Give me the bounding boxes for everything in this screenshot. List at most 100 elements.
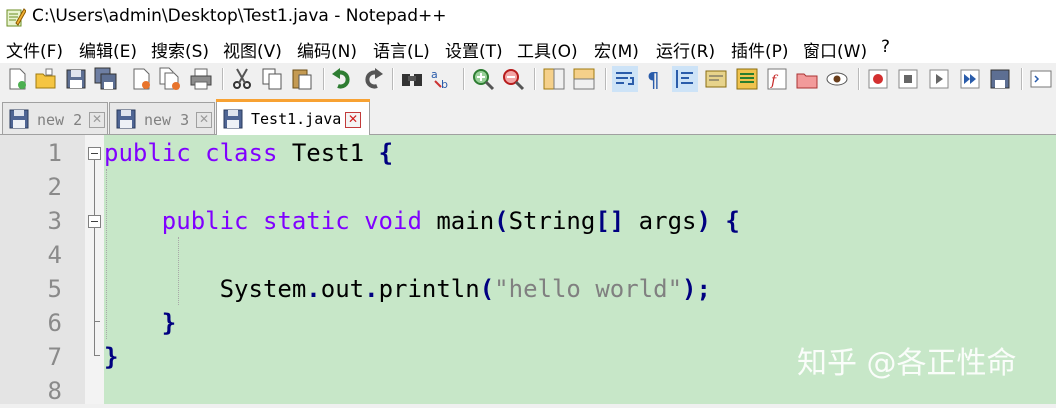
svg-text:b: b xyxy=(441,78,448,91)
paste-icon[interactable] xyxy=(289,66,315,92)
tab-new-2[interactable]: new 2 ✕ xyxy=(2,102,108,134)
code-line-1: public class Test1 { xyxy=(104,136,393,170)
open-file-icon[interactable] xyxy=(33,66,59,92)
close-icon[interactable] xyxy=(128,66,154,92)
save-all-icon[interactable] xyxy=(93,66,119,92)
tab-close-icon[interactable]: ✕ xyxy=(89,112,105,128)
menu-tools[interactable]: 工具(O) xyxy=(517,37,578,62)
stop-macro-icon[interactable] xyxy=(895,66,921,92)
keyword: static xyxy=(262,207,350,235)
keyword: public xyxy=(161,207,249,235)
line-number: 6 xyxy=(47,309,62,337)
menu-search[interactable]: 搜索(S) xyxy=(151,37,209,62)
menu-bar: 文件(F) 编辑(E) 搜索(S) 视图(V) 编码(N) 语言(L) 设置(T… xyxy=(0,35,1056,63)
line-number: 8 xyxy=(47,377,62,405)
keyword: class xyxy=(205,139,278,167)
tab-label: new 2 xyxy=(37,111,83,129)
tab-new-3[interactable]: new 3 ✕ xyxy=(109,102,215,134)
menu-encoding[interactable]: 编码(N) xyxy=(297,37,357,62)
close-all-icon[interactable] xyxy=(157,66,183,92)
cut-icon[interactable] xyxy=(229,66,255,92)
saved-file-icon xyxy=(116,109,136,129)
menu-run[interactable]: 运行(R) xyxy=(656,37,715,62)
keyword: void xyxy=(364,207,422,235)
menu-plugins[interactable]: 插件(P) xyxy=(731,37,789,62)
show-all-chars-icon[interactable]: ¶ xyxy=(642,66,668,92)
brace: } xyxy=(161,309,177,337)
identifier: args xyxy=(638,207,697,235)
menu-file[interactable]: 文件(F) xyxy=(6,37,63,62)
undo-icon[interactable] xyxy=(330,66,356,92)
line-number-gutter: 1 2 3 4 5 6 7 8 xyxy=(0,135,85,405)
save-icon[interactable] xyxy=(63,66,89,92)
tab-close-icon[interactable]: ✕ xyxy=(345,112,361,128)
identifier: System xyxy=(219,275,307,303)
tab-bar: new 2 ✕ new 3 ✕ Test1.java ✕ xyxy=(0,97,1056,135)
redo-icon[interactable] xyxy=(359,66,385,92)
identifier: main xyxy=(436,207,495,235)
folder-workspace-icon[interactable] xyxy=(794,66,820,92)
replace-icon[interactable]: ab xyxy=(429,66,455,92)
sync-vertical-icon[interactable] xyxy=(541,66,567,92)
doc-map-icon[interactable] xyxy=(734,66,760,92)
watermark: 知乎 @各正性命 xyxy=(797,346,1017,381)
notepadpp-icon xyxy=(6,8,26,27)
fold-collapse-icon[interactable] xyxy=(88,215,101,228)
fold-end-marker xyxy=(94,321,100,322)
code-line-7: } xyxy=(104,340,118,374)
paren: ) xyxy=(682,275,697,303)
code-line-3: public static void main(String[] args) { xyxy=(104,204,740,238)
menu-edit[interactable]: 编辑(E) xyxy=(79,37,137,62)
string-literal: "hello world" xyxy=(494,275,683,303)
zoom-out-icon[interactable] xyxy=(500,66,526,92)
fold-collapse-icon[interactable] xyxy=(88,147,101,160)
identifier: println xyxy=(378,275,480,303)
title-bar: C:\Users\admin\Desktop\Test1.java - Note… xyxy=(0,0,1056,35)
paren: ( xyxy=(479,275,495,303)
function-list-icon[interactable]: f xyxy=(764,66,790,92)
extra-icon[interactable] xyxy=(1028,66,1054,92)
saved-file-icon xyxy=(223,109,243,129)
monitoring-icon[interactable] xyxy=(824,66,850,92)
print-icon[interactable] xyxy=(188,66,214,92)
tab-test1-java[interactable]: Test1.java ✕ xyxy=(216,99,370,135)
zoom-in-icon[interactable] xyxy=(470,66,496,92)
indent-guide-icon[interactable] xyxy=(672,66,698,92)
menu-view[interactable]: 视图(V) xyxy=(223,37,282,62)
bracket: [] xyxy=(595,207,625,235)
window-title: C:\Users\admin\Desktop\Test1.java - Note… xyxy=(32,6,447,26)
identifier: Test1 xyxy=(291,139,365,167)
paren: ( xyxy=(494,207,509,235)
semicolon: ; xyxy=(696,275,711,303)
paren: ) xyxy=(696,207,711,235)
sync-horizontal-icon[interactable] xyxy=(571,66,597,92)
toolbar: ab ¶ f xyxy=(0,63,1056,97)
line-number: 1 xyxy=(47,139,62,167)
udl-icon[interactable] xyxy=(703,66,729,92)
copy-icon[interactable] xyxy=(259,66,285,92)
brace: { xyxy=(725,207,740,235)
menu-help[interactable]: ? xyxy=(881,37,890,57)
save-macro-icon[interactable] xyxy=(987,66,1013,92)
code-line-6: } xyxy=(104,306,176,340)
record-macro-icon[interactable] xyxy=(865,66,891,92)
word-wrap-icon[interactable] xyxy=(612,66,638,92)
saved-file-icon xyxy=(9,109,29,129)
new-file-icon[interactable] xyxy=(4,66,30,92)
play-macro-icon[interactable] xyxy=(926,66,952,92)
line-number: 2 xyxy=(47,173,62,201)
menu-language[interactable]: 语言(L) xyxy=(373,37,430,62)
tab-close-icon[interactable]: ✕ xyxy=(196,112,212,128)
identifier: String xyxy=(508,207,596,235)
svg-text:a: a xyxy=(431,68,438,81)
fold-line xyxy=(94,159,95,355)
menu-window[interactable]: 窗口(W) xyxy=(803,37,867,62)
tab-label: Test1.java xyxy=(251,110,342,128)
menu-macro[interactable]: 宏(M) xyxy=(594,37,639,62)
menu-settings[interactable]: 设置(T) xyxy=(445,37,503,62)
brace: } xyxy=(104,343,119,371)
fold-end-marker xyxy=(94,355,100,356)
tab-label: new 3 xyxy=(144,111,190,129)
run-macro-multiple-icon[interactable] xyxy=(957,66,983,92)
find-icon[interactable] xyxy=(399,66,425,92)
